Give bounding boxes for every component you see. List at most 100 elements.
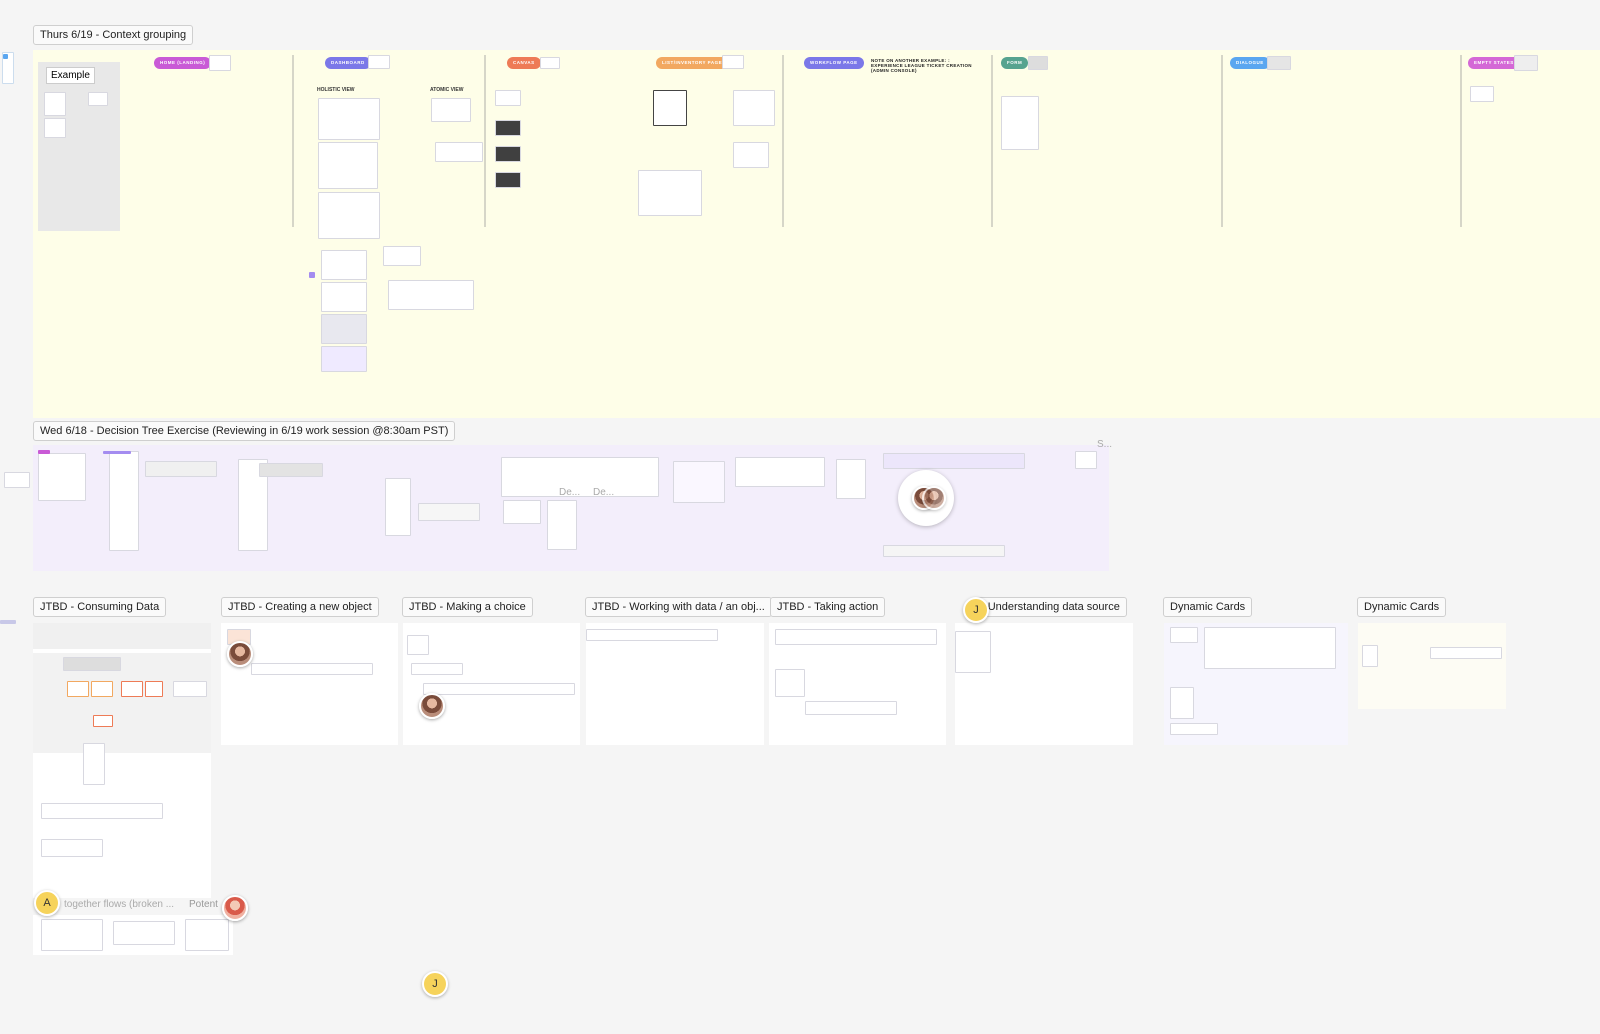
dynamic-cards-label-2[interactable]: Dynamic Cards xyxy=(1357,597,1447,617)
dashboard-cluster-thumb xyxy=(321,250,367,280)
dynamic-cards-label-1[interactable]: Dynamic Cards xyxy=(1163,597,1253,617)
column-pill-home[interactable]: HOME (LANDING) xyxy=(154,57,212,69)
panel-thumb xyxy=(185,919,229,951)
decision-thumb xyxy=(38,453,86,501)
panel-thumb xyxy=(1362,645,1378,667)
list-thumb xyxy=(733,90,775,126)
jtbd-panel-understanding-data[interactable] xyxy=(955,623,1133,745)
jtbd-label-consuming-data[interactable]: JTBD - Consuming Data xyxy=(33,597,167,617)
jtbd-panel-making-choice[interactable] xyxy=(403,623,580,745)
decision-thumb xyxy=(836,459,866,499)
collaborator-avatar[interactable] xyxy=(922,486,946,510)
panel-thumb xyxy=(1430,647,1502,659)
panel-thumb xyxy=(775,669,805,697)
dashboard-cluster-thumb xyxy=(388,280,474,310)
panel-thumb xyxy=(1170,687,1194,719)
dashboard-cluster-thumb xyxy=(321,314,367,344)
panel-thumb xyxy=(41,839,103,857)
jtbd-panel-taking-action[interactable] xyxy=(769,623,946,745)
list-thumb xyxy=(653,90,687,126)
jtbd-label-working-with-data[interactable]: JTBD - Working with data / an obj... xyxy=(585,597,772,617)
column-divider xyxy=(1221,55,1223,227)
edge-widget xyxy=(0,620,16,624)
decision-thumb xyxy=(673,461,725,503)
header-thumb xyxy=(540,57,560,69)
jtbd-label-taking-action[interactable]: JTBD - Taking action xyxy=(770,597,886,617)
list-thumb xyxy=(638,170,702,216)
decision-thumb xyxy=(385,478,411,536)
collaborator-avatar[interactable] xyxy=(419,693,445,719)
collaborator-cursor-j[interactable]: J xyxy=(422,971,448,997)
panel-thumb xyxy=(63,657,121,671)
context-grouping-section[interactable]: Example HOME (LANDING) DASHBOARD CANVAS … xyxy=(33,50,1600,418)
panel-thumb xyxy=(91,681,113,697)
panel-thumb xyxy=(1204,627,1336,669)
jtbd-label-making-choice[interactable]: JTBD - Making a choice xyxy=(402,597,533,617)
jtbd-panel-working-with-data[interactable] xyxy=(586,623,764,745)
panel-thumb xyxy=(955,631,991,673)
canvas-thumb xyxy=(495,172,521,188)
panel-subarea xyxy=(33,623,211,649)
column-pill-workflow[interactable]: WORKFLOW PAGE xyxy=(804,57,864,69)
collaborator-cursor-j[interactable]: J xyxy=(963,597,989,623)
panel-thumb xyxy=(423,683,575,695)
dashboard-thumb xyxy=(318,192,380,239)
column-divider xyxy=(1460,55,1462,227)
flows-panel[interactable] xyxy=(33,915,233,955)
collaborator-group-avatar[interactable] xyxy=(898,470,954,526)
example-frame[interactable]: Example xyxy=(38,62,120,231)
panel-subarea xyxy=(33,653,211,753)
canvas-thumb xyxy=(495,120,521,136)
header-thumb xyxy=(1028,56,1048,70)
panel-thumb xyxy=(775,629,937,645)
dashboard-thumb xyxy=(435,142,483,162)
sticky-note xyxy=(38,450,50,454)
panel-thumb xyxy=(805,701,897,715)
panel-thumb xyxy=(173,681,207,697)
header-thumb xyxy=(1514,55,1538,71)
canvas-thumb xyxy=(495,90,521,106)
dynamic-cards-panel-1[interactable] xyxy=(1164,623,1348,745)
column-divider xyxy=(292,55,294,227)
panel-thumb xyxy=(83,743,105,785)
column-pill-form[interactable]: FORM xyxy=(1001,57,1029,69)
section-label-decision-tree[interactable]: Wed 6/18 - Decision Tree Exercise (Revie… xyxy=(33,421,456,441)
jtbd-label-creating-object[interactable]: JTBD - Creating a new object xyxy=(221,597,379,617)
faded-label-s: S... xyxy=(1097,439,1113,450)
atomic-view-heading: ATOMIC VIEW xyxy=(430,87,464,93)
jtbd-panel-consuming-data[interactable] xyxy=(33,623,211,898)
example-label[interactable]: Example xyxy=(46,67,95,84)
dashboard-thumb xyxy=(318,142,378,189)
panel-thumb xyxy=(93,715,113,727)
dashboard-cluster-thumb xyxy=(383,246,421,266)
column-divider xyxy=(991,55,993,227)
column-pill-list-inventory[interactable]: LIST/INVENTORY PAGE xyxy=(656,57,729,69)
panel-thumb xyxy=(586,629,718,641)
collaborator-avatar[interactable] xyxy=(227,641,253,667)
dynamic-cards-panel-2[interactable] xyxy=(1358,623,1506,709)
panel-thumb xyxy=(1170,723,1218,735)
column-pill-dialogue[interactable]: DIALOGUE xyxy=(1230,57,1270,69)
jtbd-panel-creating-object[interactable] xyxy=(221,623,398,745)
decision-thumb xyxy=(259,463,323,477)
decision-thumb xyxy=(883,545,1005,557)
panel-thumb xyxy=(1170,627,1198,643)
collaborator-avatar[interactable] xyxy=(222,895,248,921)
column-pill-dashboard[interactable]: DASHBOARD xyxy=(325,57,371,69)
faded-label-de2: De... xyxy=(593,487,615,498)
decision-thumb xyxy=(145,461,217,477)
decision-thumb xyxy=(418,503,480,521)
dashboard-cluster-thumb xyxy=(321,282,367,312)
collaborator-cursor-a[interactable]: A xyxy=(34,890,60,916)
column-pill-canvas[interactable]: CANVAS xyxy=(507,57,541,69)
section-label-context-grouping[interactable]: Thurs 6/19 - Context grouping xyxy=(33,25,194,45)
canvas-thumb xyxy=(495,146,521,162)
jtbd-label-understanding-data[interactable]: - Understanding data source xyxy=(974,597,1127,617)
decision-thumb xyxy=(735,457,825,487)
panel-thumb xyxy=(121,681,143,697)
header-thumb xyxy=(722,55,744,69)
header-thumb xyxy=(209,55,231,71)
sticky-note xyxy=(309,272,315,278)
column-pill-empty-states[interactable]: EMPTY STATES xyxy=(1468,57,1520,69)
workflow-note: NOTE ON ANOTHER EXAMPLE: : EXPERIENCE LE… xyxy=(871,58,972,74)
